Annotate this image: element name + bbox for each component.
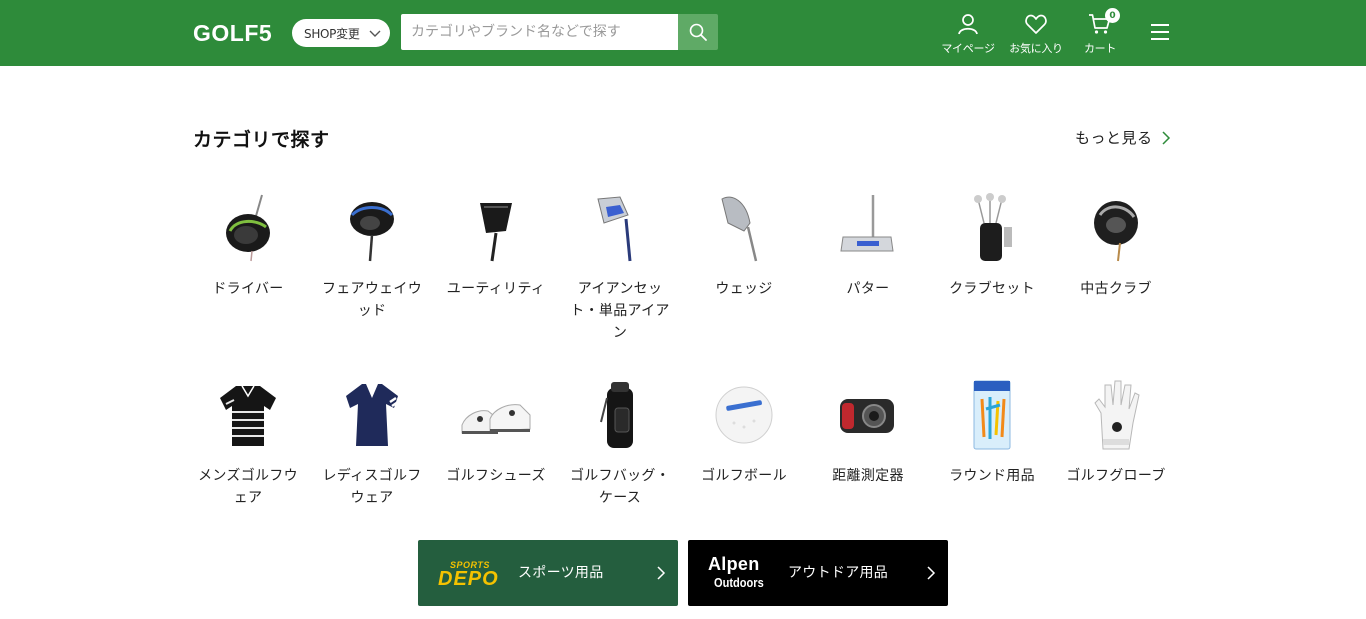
category-grid-row-1: ドライバー フェアウェイウッド ユーティリティ アイアンセット・単品アイアン ウ… — [186, 190, 1178, 344]
category-label: ゴルフグローブ — [1066, 468, 1166, 484]
favorites-link[interactable]: お気に入り — [1006, 12, 1066, 56]
category-golf-ball[interactable]: ゴルフボール — [682, 377, 806, 509]
cart-label: カート — [1083, 42, 1117, 55]
category-club-set[interactable]: クラブセット — [930, 190, 1054, 344]
category-wedge[interactable]: ウェッジ — [682, 190, 806, 344]
category-label: 距離測定器 — [832, 468, 904, 484]
category-putter[interactable]: パター — [806, 190, 930, 344]
club-set-icon — [974, 193, 1012, 261]
search-button[interactable] — [678, 14, 718, 50]
category-label: メンズゴルフウェア — [198, 468, 298, 506]
category-mens-wear[interactable]: メンズゴルフウェア — [186, 377, 310, 509]
chevron-right-icon — [657, 566, 666, 580]
used-club-icon — [1094, 201, 1138, 262]
category-label: パター — [846, 281, 890, 297]
search-bar — [401, 14, 718, 50]
category-label: アイアンセット・単品アイアン — [570, 281, 670, 341]
category-rangefinder[interactable]: 距離測定器 — [806, 377, 930, 509]
category-label: ウェッジ — [715, 281, 773, 297]
category-label: レディスゴルフウェア — [322, 468, 422, 506]
mypage-link[interactable]: マイページ — [938, 12, 998, 56]
category-round-goods[interactable]: ラウンド用品 — [930, 377, 1054, 509]
section-title: カテゴリで探す — [193, 129, 330, 151]
mens-polo-icon — [220, 385, 276, 446]
category-grid-row-2: メンズゴルフウェア レディスゴルフウェア ゴルフシューズ ゴルフバッグ・ケース … — [186, 377, 1178, 509]
category-label: ゴルフバッグ・ケース — [569, 468, 671, 506]
golf-ball-icon — [715, 386, 773, 444]
shop-change-label: SHOP変更 — [304, 26, 360, 41]
shop-change-button[interactable]: SHOP変更 — [292, 19, 390, 47]
driver-club-icon — [226, 194, 270, 262]
mypage-label: マイページ — [941, 42, 995, 55]
category-ladies-wear[interactable]: レディスゴルフウェア — [310, 377, 434, 509]
category-golf-shoes[interactable]: ゴルフシューズ — [434, 377, 558, 509]
putter-icon — [840, 195, 894, 252]
category-label: ラウンド用品 — [949, 468, 1035, 484]
golf-bag-icon — [600, 382, 633, 448]
golf-glove-icon — [1094, 380, 1140, 450]
category-golf-bag[interactable]: ゴルフバッグ・ケース — [558, 377, 682, 509]
category-used-club[interactable]: 中古クラブ — [1054, 190, 1178, 344]
category-label: フェアウェイウッド — [321, 281, 423, 319]
sports-depo-logo: SPORTS DEPO — [438, 560, 499, 590]
favorites-label: お気に入り — [1009, 42, 1063, 55]
fairway-wood-icon — [350, 202, 394, 262]
golf5-logo[interactable]: GOLF5 — [193, 19, 272, 47]
category-label: 中古クラブ — [1080, 281, 1152, 297]
rangefinder-icon — [840, 399, 894, 433]
cart-link[interactable]: 0 カート — [1080, 8, 1120, 56]
more-link[interactable]: もっと見る — [1075, 127, 1171, 148]
chevron-down-icon — [369, 30, 381, 37]
category-label: ゴルフボール — [701, 468, 787, 484]
category-label: ゴルフシューズ — [446, 468, 546, 484]
category-iron[interactable]: アイアンセット・単品アイアン — [558, 190, 682, 344]
sports-depo-banner[interactable]: SPORTS DEPO スポーツ用品 — [418, 540, 678, 606]
user-icon — [958, 14, 978, 35]
heart-icon — [1025, 14, 1047, 34]
category-golf-glove[interactable]: ゴルフグローブ — [1054, 377, 1178, 509]
category-driver[interactable]: ドライバー — [186, 190, 310, 344]
utility-club-icon — [480, 203, 512, 262]
chevron-right-icon — [927, 566, 936, 580]
category-utility[interactable]: ユーティリティ — [434, 190, 558, 344]
category-fairway-wood[interactable]: フェアウェイウッド — [310, 190, 434, 344]
iron-club-icon — [597, 196, 632, 262]
ladies-polo-icon — [346, 384, 399, 446]
category-label: クラブセット — [949, 281, 1035, 297]
wedge-club-icon — [721, 196, 758, 262]
category-label: ユーティリティ — [446, 281, 546, 297]
category-label: ドライバー — [212, 281, 284, 297]
golf-shoes-icon — [461, 404, 531, 434]
chevron-right-icon — [1161, 130, 1170, 145]
alpen-outdoors-logo: Alpen Outdoors — [708, 554, 764, 590]
alpen-outdoors-banner[interactable]: Alpen Outdoors アウトドア用品 — [688, 540, 948, 606]
golf-tees-icon — [973, 380, 1011, 450]
site-header: GOLF5 SHOP変更 マイページ お気に入り 0 カート — [0, 0, 1366, 66]
search-icon — [689, 23, 707, 41]
cart-count-badge: 0 — [1105, 8, 1120, 23]
hamburger-menu-icon[interactable] — [1148, 20, 1172, 44]
search-input[interactable] — [401, 14, 678, 50]
more-link-label: もっと見る — [1075, 129, 1153, 147]
sports-depo-label: スポーツ用品 — [518, 565, 604, 581]
alpen-outdoors-label: アウトドア用品 — [788, 565, 889, 581]
